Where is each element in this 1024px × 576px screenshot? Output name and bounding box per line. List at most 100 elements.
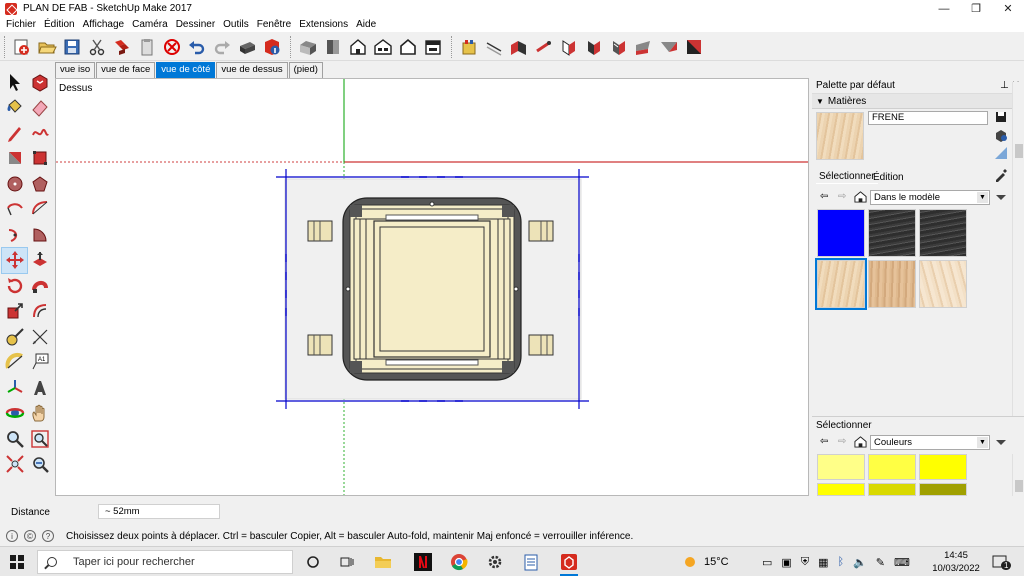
tray-shield-icon[interactable]: ⛨ (801, 556, 809, 569)
taskbar-search[interactable]: Taper ici pour rechercher (37, 550, 293, 574)
colors-dropdown[interactable]: Couleurs ▼ (870, 435, 990, 450)
line-tool-button[interactable] (2, 120, 27, 146)
settings-gear-icon[interactable] (484, 551, 506, 573)
polygon-tool-button[interactable] (27, 171, 52, 197)
model-info-button[interactable] (261, 36, 283, 58)
tray-language-icon[interactable]: ⌨ (894, 556, 910, 569)
credits-icon[interactable]: © (24, 530, 36, 542)
swatch-dark-stone-1[interactable] (868, 209, 916, 257)
eyedropper-icon[interactable] (994, 168, 1008, 182)
windows-start-icon[interactable] (10, 555, 24, 569)
tray-network-icon[interactable]: ▦ (818, 556, 828, 569)
palette-scrollbar[interactable] (1012, 82, 1024, 416)
color-swatch-1[interactable] (817, 454, 865, 480)
three-point-arc-button[interactable] (2, 222, 27, 248)
tray-bluetooth-icon[interactable]: ᛒ (837, 556, 844, 568)
redo-button[interactable] (211, 36, 233, 58)
rotate-tool-button[interactable] (2, 273, 27, 299)
back-edges-style-button[interactable] (508, 36, 530, 58)
save-material-icon[interactable] (994, 110, 1008, 124)
zoom-tool-button[interactable] (2, 426, 27, 452)
maximize-button[interactable]: ❐ (960, 0, 992, 17)
monochrome-style-button[interactable] (633, 36, 655, 58)
tray-battery-icon[interactable]: ▭ (762, 556, 772, 569)
material-name-field[interactable]: FRENE (868, 111, 988, 125)
home-icon[interactable] (854, 190, 867, 203)
shaded-style-button[interactable] (583, 36, 605, 58)
taskbar-clock[interactable]: 14:45 10/03/2022 (928, 549, 984, 575)
axes-tool-button[interactable] (2, 375, 27, 401)
zoom-window-button[interactable] (27, 426, 52, 452)
left-view-button[interactable] (422, 36, 444, 58)
color-swatch-4[interactable] (817, 483, 865, 496)
circle-tool-button[interactable] (2, 171, 27, 197)
measure-value-field[interactable]: ~ 52mm (98, 504, 220, 519)
close-button[interactable]: ✕ (992, 0, 1024, 17)
xray-style-button[interactable] (483, 36, 505, 58)
open-file-button[interactable] (36, 36, 58, 58)
sketchup-taskbar-icon[interactable] (558, 551, 580, 576)
shaded-textures-style-button[interactable] (608, 36, 630, 58)
toolbar-grip[interactable] (290, 35, 294, 58)
tray-pen-icon[interactable]: ✎ (876, 556, 885, 569)
offset-tool-button[interactable] (27, 299, 52, 325)
undo-button[interactable] (186, 36, 208, 58)
tab-vue-de-cote[interactable]: vue de côté (156, 62, 216, 78)
swatch-dark-stone-2[interactable] (919, 209, 967, 257)
follow-me-button[interactable] (27, 273, 52, 299)
secondary-back-arrow-icon[interactable]: ⇦ (820, 436, 828, 447)
save-button[interactable] (61, 36, 83, 58)
menu-fenetre[interactable]: Fenêtre (253, 19, 295, 30)
previous-view-button[interactable] (27, 452, 52, 478)
color-swatch-6[interactable] (919, 483, 967, 496)
create-material-icon[interactable] (994, 128, 1008, 142)
model-drawing[interactable] (56, 79, 809, 496)
default-material-icon[interactable] (994, 146, 1008, 160)
pin-icon[interactable]: ⊥ (1000, 80, 1009, 91)
tab-vue-de-face[interactable]: vue de face (96, 62, 156, 78)
protractor-button[interactable] (2, 350, 27, 376)
tape-measure-button[interactable] (2, 324, 27, 350)
palette-scroll-thumb[interactable] (1015, 144, 1023, 158)
print-button[interactable] (236, 36, 258, 58)
task-view-icon[interactable] (336, 551, 358, 573)
right-view-button[interactable] (372, 36, 394, 58)
weather-tray[interactable]: 15°C (682, 547, 729, 576)
secondary-details-arrow-icon[interactable] (994, 435, 1008, 449)
pan-tool-button[interactable] (27, 401, 52, 427)
section-plane-button[interactable] (658, 36, 680, 58)
color-swatch-5[interactable] (868, 483, 916, 496)
tab-selectionner[interactable]: Sélectionner (816, 170, 878, 184)
notification-center-icon[interactable]: 1 (992, 554, 1012, 570)
rectangle-tool-button[interactable] (2, 146, 27, 172)
geolocation-icon[interactable]: i (6, 530, 18, 542)
move-tool-button[interactable] (1, 246, 28, 274)
select-tool-button[interactable] (2, 69, 27, 95)
toolbar-grip[interactable] (4, 35, 8, 58)
netflix-icon[interactable] (412, 551, 434, 573)
menu-outils[interactable]: Outils (219, 19, 253, 30)
pie-tool-button[interactable] (27, 222, 52, 248)
swatch-frene-selected[interactable] (815, 258, 867, 310)
swatch-blue[interactable] (817, 209, 865, 257)
menu-edition[interactable]: Édition (40, 19, 79, 30)
back-arrow-icon[interactable]: ⇦ (820, 191, 828, 202)
push-pull-button[interactable] (27, 248, 52, 274)
top-view-button[interactable] (322, 36, 344, 58)
tab-vue-de-dessus[interactable]: vue de dessus (216, 62, 288, 78)
extension-button[interactable] (458, 36, 480, 58)
make-component-button[interactable] (27, 69, 52, 95)
minimize-button[interactable]: — (928, 0, 960, 17)
dimension-tool-button[interactable] (27, 324, 52, 350)
rotated-rectangle-button[interactable] (27, 146, 52, 172)
colors-scroll-thumb[interactable] (1015, 480, 1023, 492)
iso-view-button[interactable] (297, 36, 319, 58)
tray-monitor-icon[interactable]: ▣ (781, 556, 791, 569)
arc-tool-button[interactable] (2, 197, 27, 223)
hidden-line-style-button[interactable] (558, 36, 580, 58)
eraser-tool-button[interactable] (27, 95, 52, 121)
swatch-wood-mid[interactable] (868, 260, 916, 308)
erase-button[interactable] (161, 36, 183, 58)
text-tool-button[interactable]: A1 (27, 350, 52, 376)
two-point-arc-button[interactable] (27, 197, 52, 223)
